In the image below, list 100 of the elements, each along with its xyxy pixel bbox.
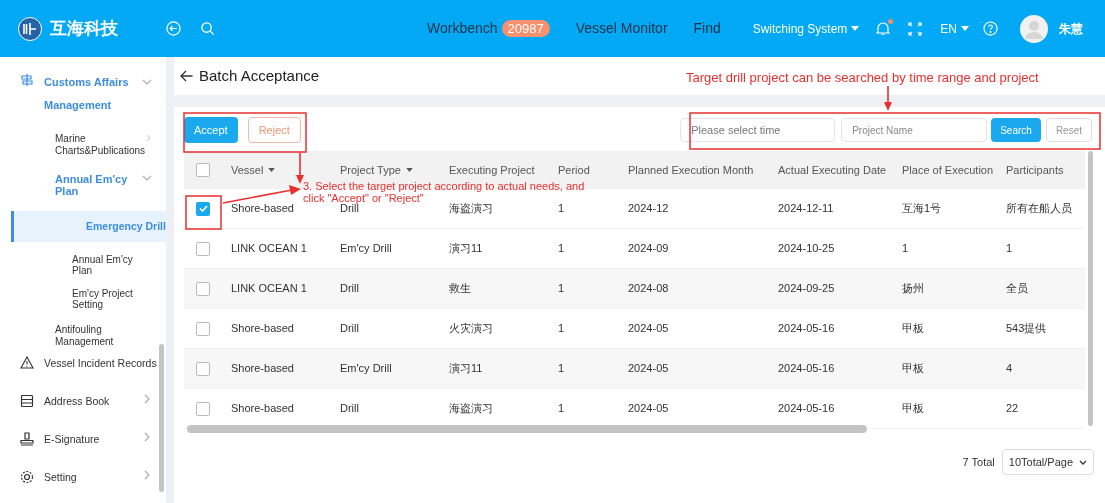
sort-caret-icon[interactable] (268, 168, 276, 172)
menu-label: Emergency Drill (86, 221, 166, 232)
stamp-icon (20, 432, 34, 446)
caret-down-icon (961, 26, 969, 31)
back-circle-icon[interactable] (166, 21, 181, 36)
table-cell: 2024-05-16 (778, 322, 835, 335)
table-cell: 1 (558, 322, 565, 335)
checkbox[interactable] (196, 163, 210, 177)
menu-label: Address Book (44, 394, 111, 409)
sidebar-item[interactable]: Customs Affairs Management (0, 71, 166, 125)
back-arrow-icon[interactable] (180, 70, 193, 82)
sidebar-item[interactable]: Antifouling Management (0, 316, 166, 356)
checkbox[interactable] (196, 281, 210, 296)
menu-label: Setting (44, 470, 78, 485)
table-row[interactable]: Shore-based Em'cy Drill 演习11 1 2024-05 2024-05-16 甲板 4 (184, 349, 1085, 389)
sidebar-item[interactable]: Annual Em'cy Plan (0, 165, 166, 205)
table-cell: 2024-10-25 (778, 242, 835, 255)
nav-link[interactable]: Vessel Monitor (575, 18, 668, 39)
table-cell: 2024-05-16 (778, 362, 835, 375)
table-cell: Drill (340, 322, 359, 335)
sidebar-item[interactable]: Address Book (0, 394, 166, 432)
menu-label: Antifouling Management (55, 324, 115, 348)
gear-icon (20, 470, 34, 484)
table-cell: 2024-12 (628, 202, 669, 215)
logo-icon (18, 16, 42, 41)
annotation-arrow (884, 85, 892, 111)
sidebar-item[interactable]: E-Signature (0, 432, 166, 470)
checkbox[interactable] (196, 201, 210, 216)
column-header: Participants (1006, 162, 1064, 178)
horizontal-scrollbar[interactable] (187, 425, 867, 433)
table-cell: 1 (558, 402, 565, 415)
menu-label: Customs Affairs Management (44, 75, 130, 113)
checkbox[interactable] (196, 321, 210, 336)
chevron-down-icon (1079, 459, 1087, 465)
table-cell: 4 (1006, 362, 1013, 375)
sidebar-scrollbar[interactable] (159, 344, 164, 492)
table-cell: Drill (340, 282, 359, 295)
sidebar-item[interactable]: Vessel Incident Records (0, 356, 166, 394)
table-cell: 演习11 (449, 242, 483, 255)
column-header: Executing Project (449, 162, 535, 178)
sidebar-item[interactable]: Em'cy Project Setting (0, 282, 166, 316)
signpost-icon (20, 73, 34, 87)
table-cell: Shore-based (231, 402, 294, 415)
sidebar-item[interactable]: Marine Charts&Publications (0, 125, 166, 165)
table-cell: 救生 (449, 282, 471, 295)
table-cell: 所有在船人员 (1006, 202, 1072, 215)
table-cell: Em'cy Drill (340, 362, 392, 375)
table-cell: 甲板 (902, 362, 924, 375)
table-cell: Shore-based (231, 202, 294, 215)
table-cell: 2024-08 (628, 282, 669, 295)
table-cell: 2024-05 (628, 402, 669, 415)
menu-label: E-Signature (44, 432, 101, 447)
page-size-dropdown[interactable]: 10Total/Page (1001, 449, 1094, 475)
table-cell: 2024-05 (628, 322, 669, 335)
user-name: 朱慧 (1059, 20, 1083, 38)
cabinet-icon (20, 394, 34, 408)
sidebar-item[interactable]: Annual Em'cy Plan (0, 248, 166, 282)
chevron-right-icon (142, 432, 152, 442)
column-header[interactable]: Project Type (340, 161, 413, 179)
notification-bell[interactable] (876, 21, 891, 36)
table-cell: 2024-05-16 (778, 402, 835, 415)
table-cell: 2024-05 (628, 362, 669, 375)
chevron-down-icon (142, 77, 152, 87)
menu-label: Annual Em'cy Plan (55, 173, 129, 197)
table-cell: 2024-09 (628, 242, 669, 255)
help-icon[interactable] (983, 21, 998, 36)
vertical-scrollbar[interactable] (1088, 151, 1093, 426)
annotation-text: Target drill project can be searched by time range and project (686, 69, 1039, 87)
chevron-right-icon (145, 133, 152, 143)
project-name-field[interactable]: Project Name (841, 118, 988, 142)
caret-down-icon (851, 26, 860, 31)
checkbox[interactable] (196, 361, 210, 376)
column-header[interactable]: Vessel (231, 161, 276, 179)
table-cell: 1 (558, 282, 565, 295)
table-cell: 扬州 (902, 282, 924, 295)
table-cell: LINK OCEAN 1 (231, 282, 307, 295)
table-row[interactable]: LINK OCEAN 1 Drill 救生 1 2024-08 2024-09-25 扬州 全员 (184, 269, 1085, 309)
column-header: Place of Execution (902, 162, 994, 178)
time-field[interactable]: Please select time (680, 118, 836, 142)
table-cell: 1 (558, 362, 565, 375)
sort-caret-icon[interactable] (405, 168, 413, 172)
checkbox[interactable] (196, 241, 210, 256)
nav-link[interactable]: Find (693, 18, 721, 39)
table-cell: 1 (558, 202, 565, 215)
table-cell: 互海1号 (902, 202, 942, 215)
table-cell: Shore-based (231, 362, 294, 375)
chevron-right-icon (142, 470, 152, 480)
checkbox[interactable] (196, 401, 210, 416)
table-cell: 甲板 (902, 402, 924, 415)
total-count: 7 Total (962, 454, 995, 470)
table-cell: 2024-09-25 (778, 282, 835, 295)
fullscreen-icon[interactable] (908, 21, 923, 36)
sidebar-item[interactable]: Setting (0, 470, 166, 503)
search-icon[interactable] (200, 21, 215, 36)
brand-name: 互海科技 (50, 17, 118, 40)
annotation-text: 3. Select the target project according to actual needs, and click "Accept" or "Reject" (303, 180, 586, 204)
chevron-down-icon (142, 173, 152, 183)
nav-link[interactable]: Workbench (427, 18, 498, 39)
menu-label: Marine Charts&Publications (55, 133, 146, 157)
avatar-icon[interactable] (1020, 14, 1048, 43)
